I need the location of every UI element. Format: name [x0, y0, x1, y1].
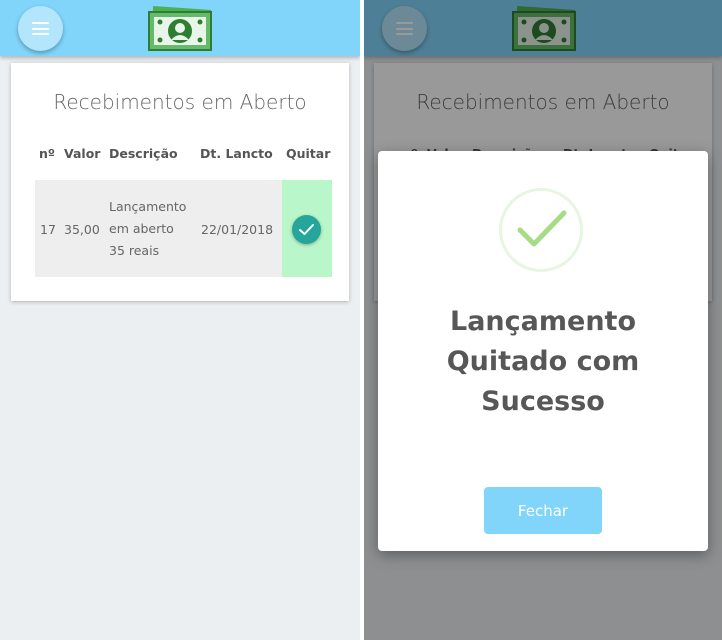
col-header-valor: Valor	[64, 146, 101, 161]
quitar-button[interactable]	[292, 215, 321, 244]
success-dialog: Lançamento Quitado com Sucesso Fechar	[378, 151, 708, 551]
cell-numero: 17	[40, 222, 56, 237]
success-check-icon	[499, 188, 583, 272]
cell-valor: 35,00	[64, 222, 100, 237]
cell-descricao: Lançamento em aberto 35 reais	[109, 199, 187, 258]
banknote-logo-icon	[148, 6, 212, 51]
menu-icon	[32, 22, 49, 24]
close-button[interactable]: Fechar	[484, 487, 602, 534]
checkmark-icon	[299, 224, 314, 235]
top-app-bar	[0, 0, 360, 56]
col-header-descricao: Descrição	[109, 146, 178, 161]
card-title: Recebimentos em Aberto	[53, 90, 307, 114]
col-header-quitar: Quitar	[286, 146, 331, 161]
success-screen: Recebimentos em Aberto nº Valor Descriçã…	[364, 0, 722, 640]
col-header-data: Dt. Lancto	[200, 146, 273, 161]
dialog-title: Lançamento Quitado com Sucesso	[446, 306, 640, 417]
col-header-numero: nº	[39, 146, 55, 161]
menu-button[interactable]	[18, 6, 63, 51]
cell-data: 22/01/2018	[201, 222, 274, 237]
list-screen: Recebimentos em Aberto nº Valor Descriçã…	[0, 0, 360, 640]
open-receipts-card: Recebimentos em Aberto nº Valor Descriçã…	[11, 63, 349, 301]
